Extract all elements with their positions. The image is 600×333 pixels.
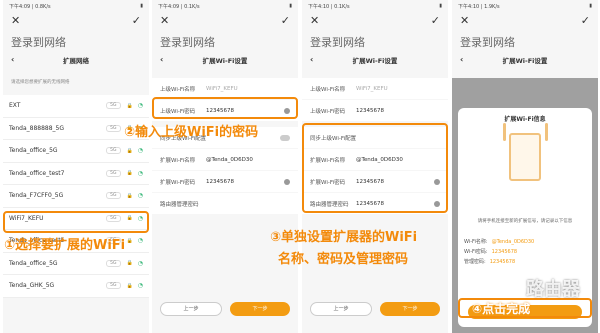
lock-icon: 🔒: [126, 170, 133, 177]
wifi-icon: ◔: [137, 102, 143, 110]
highlight-upstream-password: [152, 97, 298, 119]
close-icon[interactable]: ✕: [160, 14, 169, 27]
step2-caption: ②输入上级WiFi的密码: [124, 125, 259, 140]
wifi-icon: ◔: [137, 237, 143, 245]
network-row[interactable]: EXT 5G 🔒 ◔: [3, 95, 149, 118]
screen-subtitle: 扩展Wi-Fi设置: [502, 57, 548, 65]
back-icon[interactable]: ‹: [460, 55, 463, 64]
status-time: 下午4:10 | 0.1K/s: [308, 4, 350, 10]
check-icon[interactable]: ✓: [431, 14, 440, 27]
lock-icon: 🔒: [126, 282, 133, 289]
status-time: 下午4:09 | 0.1K/s: [158, 4, 200, 10]
ext-password-row[interactable]: 扩展Wi-Fi密码 12345678: [152, 171, 298, 192]
battery-icon: ▮: [140, 3, 143, 9]
wifi-icon: ◔: [137, 282, 143, 290]
wifi-icon: ◔: [137, 259, 143, 267]
sync-toggle[interactable]: [280, 134, 290, 141]
step4-caption: ④点击完成: [472, 302, 531, 316]
ext-ssid-row[interactable]: 扩展Wi-Fi名称 @Tenda_0D6D30: [152, 149, 298, 170]
router-illustration: [503, 123, 541, 181]
dialog-info: Wi-Fi名称: @Tenda_0D6D30 Wi-Fi密码: 12345678 管…: [464, 239, 535, 265]
battery-icon: ▮: [289, 3, 292, 9]
step1-caption: ①选择要扩展的WiFi: [4, 238, 126, 253]
upstream-ssid-value: WiFi7_KEFU: [206, 85, 238, 92]
prev-button[interactable]: 上一步: [310, 302, 372, 316]
check-icon[interactable]: ✓: [281, 14, 290, 27]
wifi-icon: ◔: [137, 169, 143, 177]
select-hint: 请选择您想要扩展的无线网络: [11, 80, 70, 85]
status-bar: 下午4:09 | 0.1K/s ▮: [158, 3, 292, 10]
prev-button[interactable]: 上一步: [160, 302, 222, 316]
back-icon[interactable]: ‹: [11, 55, 14, 64]
network-row[interactable]: Tenda_GHK_5G 5G 🔒 ◔: [3, 275, 149, 298]
battery-icon: ▮: [589, 3, 592, 9]
page-title: 登录到网络: [460, 36, 515, 49]
dialog-desc: 请将手机连接至新的扩展信号，请记录以下信息: [477, 219, 573, 224]
highlight-selected-network: [3, 211, 149, 233]
network-row[interactable]: Tenda_office_5G 5G 🔒 ◔: [3, 252, 149, 275]
screen-subtitle: 扩展网络: [63, 57, 89, 65]
step3-caption-2: 名称、密码及管理密码: [278, 252, 409, 267]
admin-password-value: 12345678: [489, 259, 516, 265]
upstream-password-row[interactable]: 上级Wi-Fi密码 12345678: [302, 100, 448, 121]
upstream-password-field[interactable]: 12345678: [356, 108, 440, 114]
close-icon[interactable]: ✕: [11, 14, 20, 27]
lock-icon: 🔒: [126, 102, 133, 109]
page-title: 登录到网络: [310, 36, 365, 49]
screen-select-network: 下午4:09 | 0.8K/s ▮ ✕ ✓ 登录到网络 ‹ 扩展网络 请选择您想要扩展的…: [3, 0, 149, 333]
upstream-ssid-row: 上级Wi-Fi名称 WiFi7_KEFU: [152, 78, 298, 99]
back-icon[interactable]: ‹: [310, 55, 313, 64]
wifi-password-value: 12345678: [491, 249, 518, 255]
network-row[interactable]: Tenda_office_5G 5G 🔒 ◔: [3, 140, 149, 163]
close-icon[interactable]: ✕: [310, 14, 319, 27]
upstream-ssid-row: 上级Wi-Fi名称 WiFi7_KEFU: [302, 78, 448, 99]
ext-password-field[interactable]: 12345678: [206, 179, 284, 185]
check-icon[interactable]: ✓: [132, 14, 141, 27]
wifi-icon: ◔: [137, 192, 143, 200]
admin-password-row[interactable]: 路由器管理密码: [152, 193, 298, 214]
screen-wifi-settings-1: 下午4:09 | 0.1K/s ▮ ✕ ✓ 登录到网络 ‹ 扩展Wi-Fi设置 上级Wi…: [152, 0, 298, 333]
status-bar: 下午4:09 | 0.8K/s ▮: [9, 3, 143, 10]
dialog-title: 扩展Wi-Fi信息: [504, 116, 546, 123]
check-icon[interactable]: ✓: [581, 14, 590, 27]
eye-icon[interactable]: [284, 178, 290, 185]
back-icon[interactable]: ‹: [160, 55, 163, 64]
lock-icon: 🔒: [126, 192, 133, 199]
lock-icon: 🔒: [126, 147, 133, 154]
next-button[interactable]: 下一步: [380, 302, 440, 316]
upstream-ssid-value: WiFi7_KEFU: [356, 85, 388, 92]
watermark: 路由器: [526, 279, 580, 300]
ext-ssid-field[interactable]: @Tenda_0D6D30: [206, 157, 290, 163]
close-icon[interactable]: ✕: [460, 14, 469, 27]
status-bar: 下午4:10 | 1.9K/s ▮: [458, 3, 592, 10]
battery-icon: ▮: [439, 3, 442, 9]
wifi-icon: ◔: [137, 147, 143, 155]
lock-icon: 🔒: [126, 260, 133, 267]
page-title: 登录到网络: [11, 36, 66, 49]
page-title: 登录到网络: [160, 36, 215, 49]
wifi-name-value: @Tenda_0D6D30: [491, 239, 535, 245]
status-time: 下午4:10 | 1.9K/s: [458, 4, 500, 10]
lock-icon: 🔒: [126, 237, 133, 244]
highlight-extender-settings: [302, 123, 448, 213]
network-row[interactable]: Tenda_F7CFF0_5G 5G 🔒 ◔: [3, 185, 149, 208]
screen-subtitle: 扩展Wi-Fi设置: [202, 57, 248, 65]
status-time: 下午4:09 | 0.8K/s: [9, 4, 51, 10]
next-button[interactable]: 下一步: [230, 302, 290, 316]
screen-subtitle: 扩展Wi-Fi设置: [352, 57, 398, 65]
step3-caption-1: ③单独设置扩展器的WiFi: [270, 230, 418, 245]
network-row[interactable]: Tenda_office_test7 5G 🔒 ◔: [3, 162, 149, 185]
status-bar: 下午4:10 | 0.1K/s ▮: [308, 3, 442, 10]
